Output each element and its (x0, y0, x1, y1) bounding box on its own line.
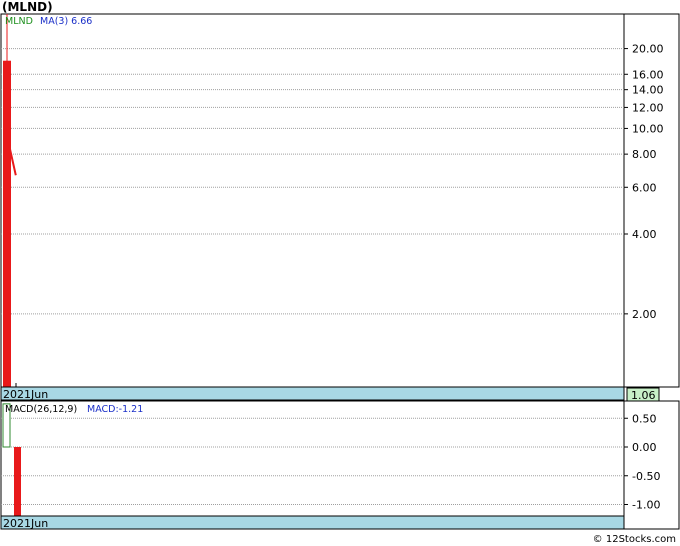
macd-tick-label: 0.00 (632, 441, 657, 454)
stock-chart: 2.00 4.00 6.00 8.00 10.00 12.00 14.00 16.00 20.0… (0, 13, 680, 530)
price-tick-label: 20.00 (632, 43, 664, 56)
price-tick-label: 14.00 (632, 84, 664, 97)
price-tick-label: 2.00 (632, 308, 657, 321)
price-tick-label: 4.00 (632, 228, 657, 241)
macd-tick-label: 0.50 (632, 412, 657, 425)
macd-legend-value: MACD:-1.21 (87, 404, 143, 415)
price-date-band (0, 386, 625, 401)
price-date-label: 2021Jun (3, 388, 48, 401)
last-price-label: 1.06 (631, 389, 656, 402)
macd-bar-down (14, 447, 21, 517)
legend-ma: MA(3) 6.66 (40, 16, 92, 27)
price-tick-label: 16.00 (632, 68, 664, 81)
price-tick-label: 6.00 (632, 181, 657, 194)
legend-ticker: MLND (5, 16, 33, 27)
macd-date-band (0, 515, 625, 530)
price-panel-frame (0, 13, 680, 388)
macd-tick-label: -0.50 (632, 470, 660, 483)
watermark: © 12Stocks.com (592, 534, 676, 545)
price-tick-label: 10.00 (632, 122, 664, 135)
macd-panel-frame (0, 400, 680, 530)
macd-date-label: 2021Jun (3, 517, 48, 530)
price-bar (3, 60, 11, 387)
price-tick-label: 8.00 (632, 148, 657, 161)
macd-tick-label: -1.00 (632, 499, 660, 512)
macd-legend-name: MACD(26,12,9) (5, 404, 77, 415)
price-tick-label: 12.00 (632, 101, 664, 114)
